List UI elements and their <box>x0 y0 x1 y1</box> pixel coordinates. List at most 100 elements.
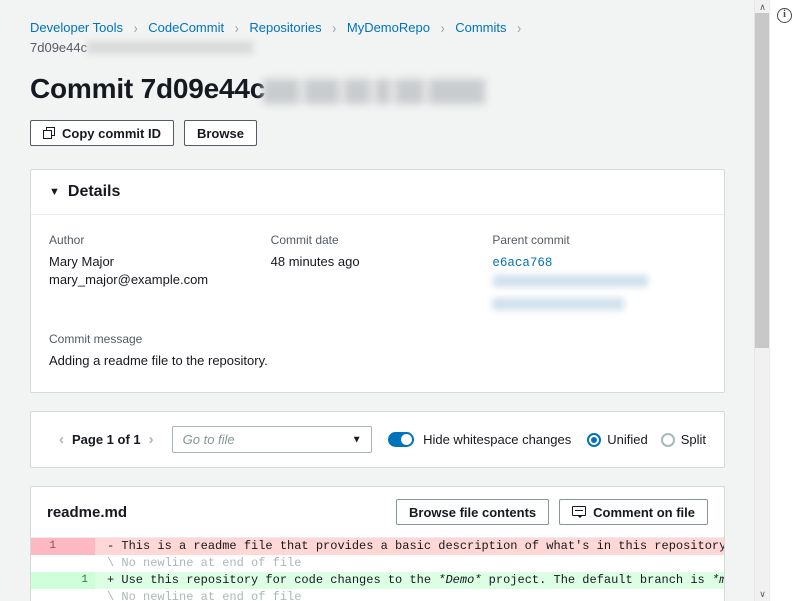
diff-line-content: \ No newline at end of file <box>95 555 724 572</box>
page-scroll-viewport: Developer Tools › CodeCommit › Repositor… <box>0 0 755 601</box>
redacted-commit-id <box>87 41 253 54</box>
browse-label: Browse <box>197 126 244 141</box>
info-icon[interactable]: i <box>777 8 792 23</box>
breadcrumb-item-developer-tools[interactable]: Developer Tools <box>30 20 123 35</box>
radio-icon-selected[interactable] <box>587 433 601 447</box>
previous-page-button[interactable]: ‹ <box>59 432 64 447</box>
author-name: Mary Major <box>49 253 263 271</box>
hide-whitespace-toggle[interactable]: Hide whitespace changes <box>388 432 571 447</box>
diff-new-line-number <box>63 589 95 601</box>
chevron-down-icon: ▼ <box>352 434 362 445</box>
commit-message-value: Adding a readme file to the repository. <box>49 352 706 370</box>
commit-message-label: Commit message <box>49 332 706 346</box>
diff-toolbar-right: Hide whitespace changes Unified Split <box>388 432 706 447</box>
diff-view-radio-group: Unified Split <box>587 432 706 447</box>
page-title-row: Commit 7d09e44c <box>0 58 755 106</box>
browse-file-contents-label: Browse file contents <box>409 505 536 520</box>
diff-old-line-number <box>31 572 63 589</box>
radio-icon-unselected[interactable] <box>661 433 675 447</box>
file-actions: Browse file contents Comment on file <box>396 499 708 525</box>
breadcrumb-current-row: 7d09e44c <box>30 38 755 58</box>
diff-row-no-newline-note: \ No newline at end of file <box>31 555 724 572</box>
breadcrumb: Developer Tools › CodeCommit › Repositor… <box>0 0 755 58</box>
diff-toolbar-card: ‹ Page 1 of 1 › Go to file ▼ Hide whites… <box>30 411 725 468</box>
header-actions: Copy commit ID Browse <box>0 106 755 146</box>
radio-option-split[interactable]: Split <box>661 432 706 447</box>
page-indicator: Page 1 of 1 <box>72 432 141 447</box>
file-diff-header: readme.md Browse file contents Comment o… <box>31 487 724 538</box>
diff-row-no-newline-note: \ No newline at end of file <box>31 589 724 601</box>
details-card-body: Author Mary Major mary_major@example.com… <box>31 215 724 392</box>
details-card: ▼ Details Author Mary Major mary_major@e… <box>30 169 725 393</box>
breadcrumb-item-current-commit: 7d09e44c <box>30 40 87 55</box>
commit-date-value: 48 minutes ago <box>271 253 485 271</box>
diff-toolbar: ‹ Page 1 of 1 › Go to file ▼ Hide whites… <box>31 412 724 467</box>
details-grid: Author Mary Major mary_major@example.com… <box>49 233 706 310</box>
comment-icon <box>572 506 586 518</box>
go-to-file-select[interactable]: Go to file ▼ <box>172 426 372 453</box>
details-title: Details <box>68 183 120 201</box>
redacted-commit-id-title <box>263 79 485 104</box>
details-author-cell: Author Mary Major mary_major@example.com <box>49 233 263 310</box>
radio-label-split: Split <box>681 432 706 447</box>
chevron-down-icon[interactable]: ▼ <box>49 187 60 198</box>
radio-label-unified: Unified <box>607 432 647 447</box>
diff-row-deleted: 1 - This is a readme file that provides … <box>31 538 724 555</box>
redacted-parent-commit-part-1 <box>493 275 648 287</box>
hide-whitespace-label: Hide whitespace changes <box>423 432 571 447</box>
author-email: mary_major@example.com <box>49 271 263 289</box>
diff-old-line-number: 1 <box>31 538 63 555</box>
breadcrumb-separator-icon: › <box>332 16 336 41</box>
codecommit-commit-page: Developer Tools › CodeCommit › Repositor… <box>0 0 800 601</box>
go-to-file-placeholder: Go to file <box>173 432 235 447</box>
details-parent-cell: Parent commit e6aca768 <box>492 233 706 310</box>
diff-row-added: 1 + Use this repository for code changes… <box>31 572 724 589</box>
breadcrumb-item-codecommit[interactable]: CodeCommit <box>148 20 224 35</box>
details-date-cell: Commit date 48 minutes ago <box>271 233 485 310</box>
breadcrumb-item-mydemorepo[interactable]: MyDemoRepo <box>347 20 430 35</box>
diff-old-line-number <box>31 589 63 601</box>
breadcrumb-separator-icon: › <box>235 16 239 41</box>
parent-commit-value-row: e6aca768 <box>492 253 706 310</box>
page-vscroll-thumb[interactable] <box>755 13 770 348</box>
diff-line-content: \ No newline at end of file <box>95 589 724 601</box>
commit-date-label: Commit date <box>271 233 485 247</box>
details-card-header[interactable]: ▼ Details <box>31 170 724 215</box>
diff-line-content: - This is a readme file that provides a … <box>95 538 724 555</box>
diff-new-line-number: 1 <box>63 572 95 589</box>
diff-line-content: + Use this repository for code changes t… <box>95 572 724 589</box>
breadcrumb-separator-icon: › <box>134 16 138 41</box>
scroll-down-arrow-icon[interactable]: ∨ <box>755 587 770 601</box>
parent-commit-link[interactable]: e6aca768 <box>492 256 552 270</box>
details-message-block: Commit message Adding a readme file to t… <box>49 332 706 370</box>
breadcrumb-separator-icon: › <box>517 16 521 41</box>
copy-commit-id-button[interactable]: Copy commit ID <box>30 120 174 146</box>
author-label: Author <box>49 233 263 247</box>
breadcrumb-item-repositories[interactable]: Repositories <box>249 20 321 35</box>
copy-icon <box>43 127 55 139</box>
toggle-switch-icon[interactable] <box>388 432 414 447</box>
page-title: Commit 7d09e44c <box>30 72 265 106</box>
breadcrumb-item-commits[interactable]: Commits <box>455 20 506 35</box>
diff-new-line-number <box>63 555 95 572</box>
page-content: Developer Tools › CodeCommit › Repositor… <box>0 0 755 601</box>
page-vertical-scrollbar[interactable]: ∧ ∨ <box>754 0 770 601</box>
comment-on-file-label: Comment on file <box>593 505 695 520</box>
breadcrumb-separator-icon: › <box>441 16 445 41</box>
info-rail: i <box>769 0 800 601</box>
diff-viewer: 1 - This is a readme file that provides … <box>31 538 724 601</box>
browse-button[interactable]: Browse <box>184 120 257 146</box>
pagination: ‹ Page 1 of 1 › <box>59 432 154 447</box>
next-page-button[interactable]: › <box>149 432 154 447</box>
comment-on-file-button[interactable]: Comment on file <box>559 499 708 525</box>
redacted-parent-commit-part-2 <box>492 298 624 310</box>
browse-file-contents-button[interactable]: Browse file contents <box>396 499 549 525</box>
file-name: readme.md <box>47 504 127 521</box>
scroll-up-arrow-icon[interactable]: ∧ <box>755 0 770 14</box>
parent-commit-label: Parent commit <box>492 233 706 247</box>
radio-option-unified[interactable]: Unified <box>587 432 647 447</box>
file-diff-card: readme.md Browse file contents Comment o… <box>30 486 725 601</box>
diff-new-line-number <box>63 538 95 555</box>
diff-old-line-number <box>31 555 63 572</box>
copy-commit-id-label: Copy commit ID <box>62 126 161 141</box>
